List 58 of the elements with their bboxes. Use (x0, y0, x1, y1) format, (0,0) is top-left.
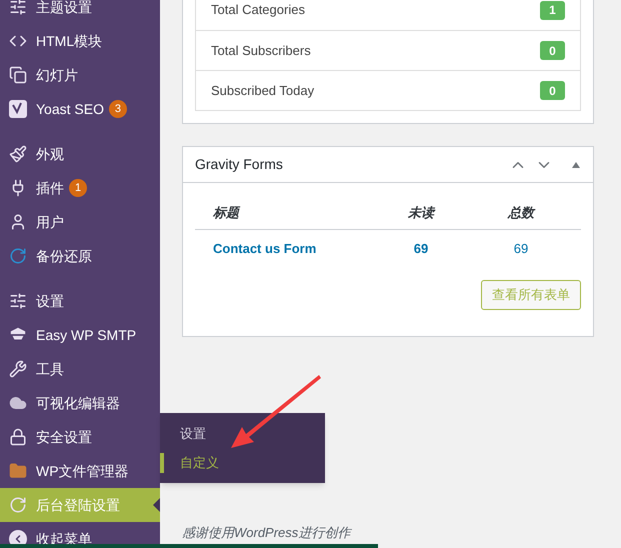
refresh-icon (9, 247, 27, 265)
sidebar-item[interactable]: 可视化编辑器 (0, 386, 160, 420)
sidebar-item[interactable]: Yoast SEO 3 (0, 92, 160, 126)
pointer-notch (153, 498, 160, 512)
sidebar-label: 备份还原 (36, 246, 92, 266)
cloud-icon (9, 394, 27, 412)
folder-icon (9, 462, 27, 480)
sidebar-label: 插件 (36, 178, 64, 198)
count-badge: 0 (540, 41, 565, 60)
submenu-item[interactable]: 自定义 (160, 452, 325, 472)
sidebar-item[interactable]: 外观 (0, 137, 160, 171)
sidebar-label: 工具 (36, 360, 64, 378)
stat-label: Subscribed Today (211, 82, 314, 100)
wrench-icon (9, 360, 27, 378)
count-badge: 1 (540, 0, 565, 20)
unread-count[interactable]: 69 (414, 241, 428, 256)
sidebar-item[interactable]: 设置 (0, 284, 160, 318)
slides-icon (9, 66, 27, 84)
sidebar-label: Easy WP SMTP (36, 326, 136, 345)
sidebar-label: 用户 (36, 212, 64, 232)
sidebar-label: 安全设置 (36, 428, 92, 446)
sidebar-item[interactable]: HTML模块 (0, 24, 160, 58)
sidebar-item[interactable]: 幻灯片 (0, 58, 160, 92)
stat-label: Total Categories (211, 1, 305, 20)
form-link[interactable]: Contact us Form (213, 241, 316, 256)
settings-icon (9, 0, 27, 16)
footer-text: 感谢使用WordPress进行创作 (182, 524, 353, 542)
sidebar-item[interactable]: 插件 1 (0, 171, 160, 205)
column-header: 总数 (508, 205, 534, 220)
submenu-item[interactable]: 设置 (160, 424, 325, 444)
count-badge: 3 (108, 100, 127, 118)
total-count: 69 (514, 241, 528, 256)
stat-label: Total Subscribers (211, 42, 311, 60)
sidebar-item[interactable]: 备份还原 (0, 239, 160, 273)
user-icon (9, 213, 27, 231)
sidebar-label: 后台登陆设置 (36, 496, 120, 514)
sidebar-label: 外观 (36, 144, 64, 164)
widget-title: Gravity Forms (195, 155, 284, 174)
sidebar-label: 可视化编辑器 (36, 394, 120, 412)
collapse-toggle-icon[interactable] (571, 160, 581, 168)
column-header: 标题 (213, 205, 239, 220)
settings-icon (9, 292, 27, 310)
column-header: 未读 (408, 205, 434, 220)
sidebar-label: Yoast SEO (36, 100, 104, 118)
count-badge: 1 (69, 179, 87, 197)
sidebar-item[interactable]: 安全设置 (0, 420, 160, 454)
sidebar-item[interactable]: WP文件管理器 (0, 454, 160, 488)
refresh-icon (9, 496, 27, 514)
sidebar-label: 幻灯片 (36, 66, 78, 84)
lock-icon (9, 428, 27, 446)
sidebar-label: HTML模块 (36, 32, 102, 50)
count-badge: 0 (540, 81, 565, 100)
paintbrush-icon (9, 145, 27, 163)
sidebar-item[interactable]: 工具 (0, 352, 160, 386)
sidebar-label: WP文件管理器 (36, 462, 129, 480)
sidebar-item[interactable]: Easy WP SMTP (0, 318, 160, 352)
sidebar-item[interactable]: 用户 (0, 205, 160, 239)
sidebar-label: 设置 (36, 292, 64, 310)
